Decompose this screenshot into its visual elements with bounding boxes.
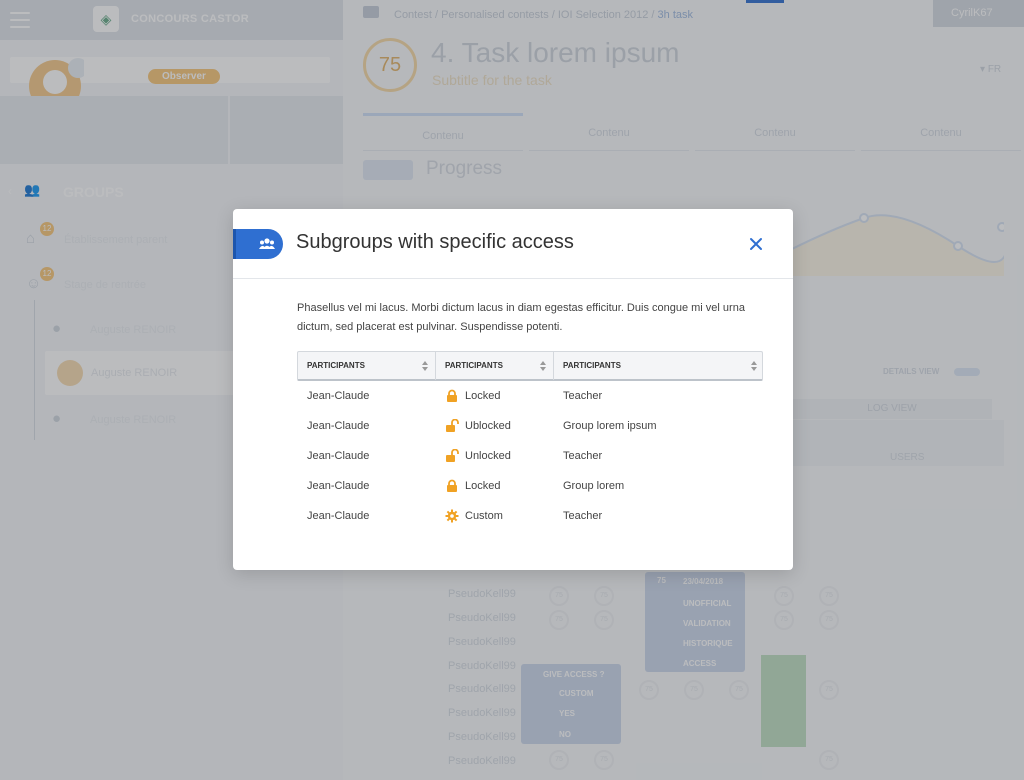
access-status-label: Ublocked [465,420,511,432]
table-row[interactable]: Jean-Claude Locked Group lorem [297,471,763,501]
group-name: Teacher [563,390,603,402]
sort-icon[interactable] [540,361,546,371]
column-header[interactable]: PARTICIPANTS [554,352,764,380]
table-row[interactable]: Jean-Claude Locked Teacher [297,381,763,411]
modal-title: Subgroups with specific access [296,231,574,253]
group-name: Teacher [563,450,603,462]
participant-name: Jean-Claude [307,390,370,402]
column-header[interactable]: PARTICIPANTS [298,352,436,380]
participant-name: Jean-Claude [307,450,370,462]
sort-icon[interactable] [422,361,428,371]
access-table: PARTICIPANTS PARTICIPANTS PARTICIPANTS J… [297,351,763,531]
group-name: Group lorem ipsum [563,420,657,432]
sort-icon[interactable] [751,361,757,371]
unlock-icon [446,419,459,432]
participant-name: Jean-Claude [307,480,370,492]
subgroups-modal: Subgroups with specific access Phasellus… [233,209,793,570]
modal-header: Subgroups with specific access [233,209,793,279]
column-header-label: PARTICIPANTS [445,361,503,370]
column-header-label: PARTICIPANTS [307,361,365,370]
close-icon[interactable] [746,234,766,254]
modal-badge [233,229,283,259]
table-row[interactable]: Jean-Claude Unlocked Teacher [297,441,763,471]
access-status-label: Locked [465,390,501,402]
table-row[interactable]: Jean-Claude Ublocked Group lorem ipsum [297,411,763,441]
lock-icon [447,389,457,402]
lock-icon [447,479,457,492]
modal-description: Phasellus vel mi lacus. Morbi dictum lac… [297,302,745,333]
access-status-label: Custom [465,510,503,522]
group-name: Teacher [563,510,603,522]
access-status-label: Unlocked [465,450,511,462]
column-header-label: PARTICIPANTS [563,361,621,370]
table-row[interactable]: Jean-Claude Custom Teacher [297,501,763,531]
group-name: Group lorem [563,480,625,492]
column-header[interactable]: PARTICIPANTS [436,352,554,380]
group-icon [259,238,275,249]
table-header: PARTICIPANTS PARTICIPANTS PARTICIPANTS [297,351,763,381]
participant-name: Jean-Claude [307,510,370,522]
participant-name: Jean-Claude [307,420,370,432]
gear-icon [445,509,459,523]
access-status-label: Locked [465,480,501,492]
unlock-icon [446,449,459,462]
